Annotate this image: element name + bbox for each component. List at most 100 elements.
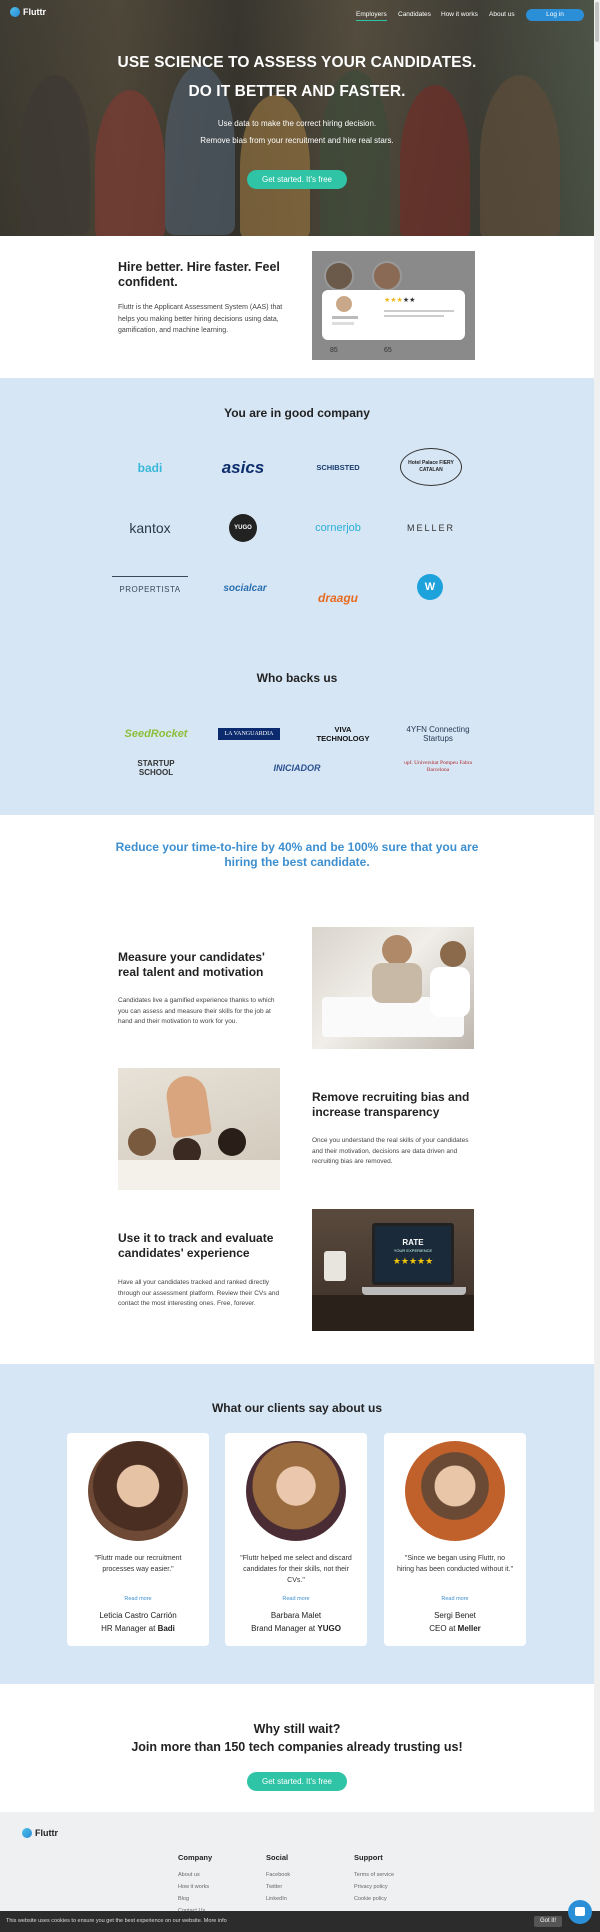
closing-line2: Join more than 150 tech companies alread… <box>131 1740 463 1754</box>
nav-how-it-works[interactable]: How it works <box>441 11 478 18</box>
footer-link-twitter[interactable]: Twitter <box>266 1881 290 1893</box>
feature-3-text: Have all your candidates tracked and ran… <box>118 1279 280 1307</box>
logo-cornerjob: cornerjob <box>315 521 361 534</box>
closing-heading: Why still wait? Join more than 150 tech … <box>0 1720 594 1756</box>
testimonial-name: Barbara Malet <box>270 1611 322 1620</box>
footer-link-linkedin[interactable]: LinkedIn <box>266 1893 290 1905</box>
testimonial-card: "Fluttr helped me select and discard can… <box>225 1433 367 1646</box>
feature-3-photo: RATE YOUR EXPERIENCE ★★★★★ <box>312 1209 474 1331</box>
cookie-banner: This website uses cookies to ensure you … <box>0 1911 600 1932</box>
logo-startup-school: STARTUP SCHOOL <box>137 759 175 777</box>
hero-title-line2: DO IT BETTER AND FASTER. <box>188 83 406 100</box>
logo-socialcar: socialcar <box>223 583 267 594</box>
logo-4yfn: 4YFN Connecting Startups <box>406 725 470 743</box>
testimonial-role: HR Manager at <box>101 1624 156 1633</box>
hero-subtitle-line2: Remove bias from your recruitment and hi… <box>200 136 394 145</box>
testimonial-quote: "Since we began using Fluttr, no hiring … <box>396 1555 514 1573</box>
closing-line1: Why still wait? <box>253 1722 341 1736</box>
page-scrollbar[interactable] <box>594 0 600 1911</box>
logo-asics: asics <box>221 457 265 477</box>
stat-score-1: 85 <box>330 347 338 354</box>
feature-2-photo <box>118 1068 280 1190</box>
footer-column-social: Social Facebook Twitter LinkedIn <box>266 1853 290 1905</box>
footer-link-facebook[interactable]: Facebook <box>266 1869 290 1881</box>
login-button[interactable]: Log in <box>526 9 584 21</box>
footer-column-company: Company About us How it works Blog Conta… <box>178 1853 212 1917</box>
footer-column-support: Support Terms of service Privacy policy … <box>354 1853 394 1905</box>
companies-title: You are in good company <box>224 406 370 420</box>
avatar <box>88 1441 188 1541</box>
footer-link-about[interactable]: About us <box>178 1869 212 1881</box>
hero-section: Fluttr Employers Candidates How it works… <box>0 0 594 236</box>
fluttr-logo-icon <box>22 1828 32 1838</box>
fluttr-logo-icon <box>10 7 20 17</box>
logo-propertista: PROPERTISTA <box>112 576 188 601</box>
footer-brand: Fluttr <box>35 1828 58 1838</box>
footer-link-blog[interactable]: Blog <box>178 1893 212 1905</box>
footer-logo[interactable]: Fluttr <box>22 1828 58 1838</box>
logo-badi: badi <box>137 460 163 475</box>
laptop-rate-text: RATE <box>402 1238 424 1247</box>
testimonial-name: Leticia Castro Carrión <box>99 1611 177 1620</box>
read-more-link[interactable]: Read more <box>67 1596 209 1602</box>
footer-column-title: Company <box>178 1853 213 1862</box>
chat-widget-icon[interactable] <box>568 1900 592 1924</box>
feature-1-photo <box>312 927 474 1049</box>
backers-title: Who backs us <box>256 671 338 685</box>
testimonial-company: Badi <box>157 1624 175 1633</box>
nav-employers[interactable]: Employers <box>356 11 387 21</box>
read-more-link[interactable]: Read more <box>225 1596 367 1602</box>
feature-2-title: Remove recruiting bias and increase tran… <box>312 1090 470 1119</box>
read-more-link[interactable]: Read more <box>384 1596 526 1602</box>
testimonial-role: CEO at <box>429 1624 456 1633</box>
laptop-subtitle-text: YOUR EXPERIENCE <box>393 1248 433 1253</box>
testimonial-card: "Since we began using Fluttr, no hiring … <box>384 1433 526 1646</box>
footer-link-how-it-works[interactable]: How it works <box>178 1881 212 1893</box>
logo-viva-technology: VIVA TECHNOLOGY <box>316 725 370 743</box>
nav-candidates[interactable]: Candidates <box>398 11 431 18</box>
testimonial-company: YUGO <box>317 1624 341 1633</box>
footer-link-privacy[interactable]: Privacy policy <box>354 1881 394 1893</box>
logo-seedrocket: SeedRocket <box>124 728 188 740</box>
laptop-stars-icon: ★★★★★ <box>392 1256 434 1266</box>
testimonial-name: Sergi Benet <box>434 1611 476 1620</box>
logo-kantox: kantox <box>129 519 171 536</box>
testimonials-title: What our clients say about us <box>211 1401 383 1415</box>
cookie-text: This website uses cookies to ensure you … <box>6 1918 227 1924</box>
stat-score-2: 65 <box>384 347 392 354</box>
logo-upf: upf. Universitat Pompeu Fabra Barcelona <box>404 760 472 773</box>
footer-link-cookie[interactable]: Cookie policy <box>354 1893 394 1905</box>
intro-title: Hire better. Hire faster. Feel confident… <box>118 260 280 289</box>
hero-cta-button[interactable]: Get started. It's free <box>247 170 347 189</box>
brand-logo[interactable]: Fluttr <box>10 7 46 17</box>
closing-cta-button[interactable]: Get started. It's free <box>247 1772 347 1791</box>
logo-hotel-palace: Hotel Palace FIERY CATALAN <box>400 448 462 486</box>
hero-subtitle-line1: Use data to make the correct hiring deci… <box>217 119 377 128</box>
cookie-accept-button[interactable]: Got it! <box>534 1916 562 1927</box>
logo-meller: MELLER <box>406 522 455 533</box>
intro-text: Fluttr is the Applicant Assessment Syste… <box>118 304 283 334</box>
footer-column-title: Social <box>266 1853 289 1862</box>
logo-schibsted: SCHIBSTED <box>316 463 360 472</box>
nav-about-us[interactable]: About us <box>489 11 515 18</box>
brand-name: Fluttr <box>23 7 46 17</box>
feature-1-text: Candidates live a gamified experience th… <box>118 997 275 1025</box>
testimonial-role: Brand Manager at <box>251 1624 316 1633</box>
value-proposition: Reduce your time-to-hire by 40% and be 1… <box>115 840 479 869</box>
logo-iniciador: INICIADOR <box>273 763 321 773</box>
top-nav: Fluttr Employers Candidates How it works… <box>0 0 594 30</box>
logo-la-vanguardia: LA VANGUARDIA <box>218 728 280 740</box>
companies-section <box>0 378 594 815</box>
feature-2-text: Once you understand the real skills of y… <box>312 1137 469 1165</box>
footer-link-terms[interactable]: Terms of service <box>354 1869 394 1881</box>
logo-w: W <box>417 574 443 600</box>
rating-stars-icon: ★★★★★ <box>384 297 416 304</box>
footer-column-title: Support <box>354 1853 383 1862</box>
logo-yugo: YUGO <box>229 514 257 542</box>
testimonial-card: "Fluttr made our recruitment processes w… <box>67 1433 209 1646</box>
feature-1-title: Measure your candidates' real talent and… <box>118 950 265 979</box>
avatar <box>405 1441 505 1541</box>
testimonial-company: Meller <box>457 1624 481 1633</box>
app-preview-image: ★★★★★ 85 65 <box>312 251 475 360</box>
testimonial-quote: "Fluttr made our recruitment processes w… <box>94 1555 182 1573</box>
